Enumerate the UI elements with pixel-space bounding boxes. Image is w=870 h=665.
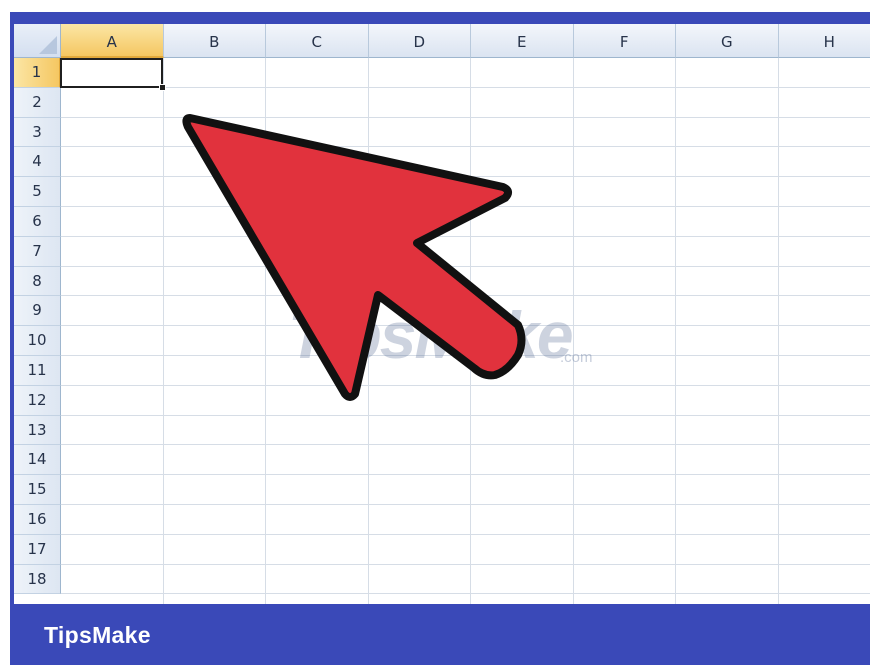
grid-row-line [61,504,870,505]
grid-row-line [61,563,870,565]
column-header-a[interactable]: A [61,24,164,58]
grid-row-line [61,295,870,297]
screenshot-frame: ABCDEFGH 1 2 3 4 5 6 7 8 9 10 11 12 13 14 15 16 17 18 Tip… [0,0,870,665]
grid-row-line [61,444,870,446]
column-header-h[interactable]: H [778,24,870,58]
row-header-10[interactable]: 10 [14,326,61,356]
row-header-6[interactable]: 6 [14,207,61,237]
row-header-9[interactable]: 9 [14,296,61,327]
grid-column-line [777,58,779,604]
row-header-12[interactable]: 12 [14,385,61,416]
row-header-4[interactable]: 4 [14,147,61,178]
grid-row-line [61,206,870,207]
grid-row-line [61,116,870,118]
column-header-g[interactable]: G [676,24,779,58]
column-header-f[interactable]: F [573,24,676,58]
select-all-corner[interactable] [14,24,61,58]
grid-row-line [61,176,870,178]
grid-row-line [61,86,870,88]
grid-row-line [61,146,870,148]
footer-brand: TipsMake [44,622,151,648]
grid-row-line [61,235,870,237]
row-header-2[interactable]: 2 [14,87,61,118]
row-header-1[interactable]: 1 [14,58,61,88]
row-header-13[interactable]: 13 [14,415,61,446]
grid-column-line [265,58,266,604]
grid-row-line [61,384,870,386]
grid-column-line [162,58,164,604]
row-header-11[interactable]: 11 [14,356,61,386]
column-header-d[interactable]: D [368,24,471,58]
cell-grid[interactable] [61,58,870,604]
grid-row-line [61,533,870,535]
grid-row-line [61,474,870,476]
grid-row-line [61,325,870,327]
column-header-e[interactable]: E [471,24,574,58]
column-header-b[interactable]: B [163,24,266,58]
grid-row-line [61,265,870,267]
spreadsheet: ABCDEFGH 1 2 3 4 5 6 7 8 9 10 11 12 13 14 15 16 17 18 [14,24,870,604]
grid-column-line [675,58,676,604]
row-header-15[interactable]: 15 [14,475,61,505]
row-header-17[interactable]: 17 [14,534,61,565]
fill-handle[interactable] [159,84,166,91]
active-cell-a1[interactable] [60,58,163,88]
row-header-3[interactable]: 3 [14,117,61,148]
grid-row-line [61,355,870,356]
row-header-8[interactable]: 8 [14,266,61,297]
row-header-7[interactable]: 7 [14,236,61,267]
grid-column-line [470,58,471,604]
grid-row-line [61,593,870,595]
grid-column-line [367,58,369,604]
row-header-5[interactable]: 5 [14,177,61,207]
row-header-18[interactable]: 18 [14,564,61,595]
grid-row-line [61,414,870,416]
row-header-16[interactable]: 16 [14,505,61,535]
footer-bar: TipsMake [10,608,870,665]
row-header-14[interactable]: 14 [14,445,61,476]
grid-column-line [572,58,574,604]
column-header-c[interactable]: C [266,24,369,58]
